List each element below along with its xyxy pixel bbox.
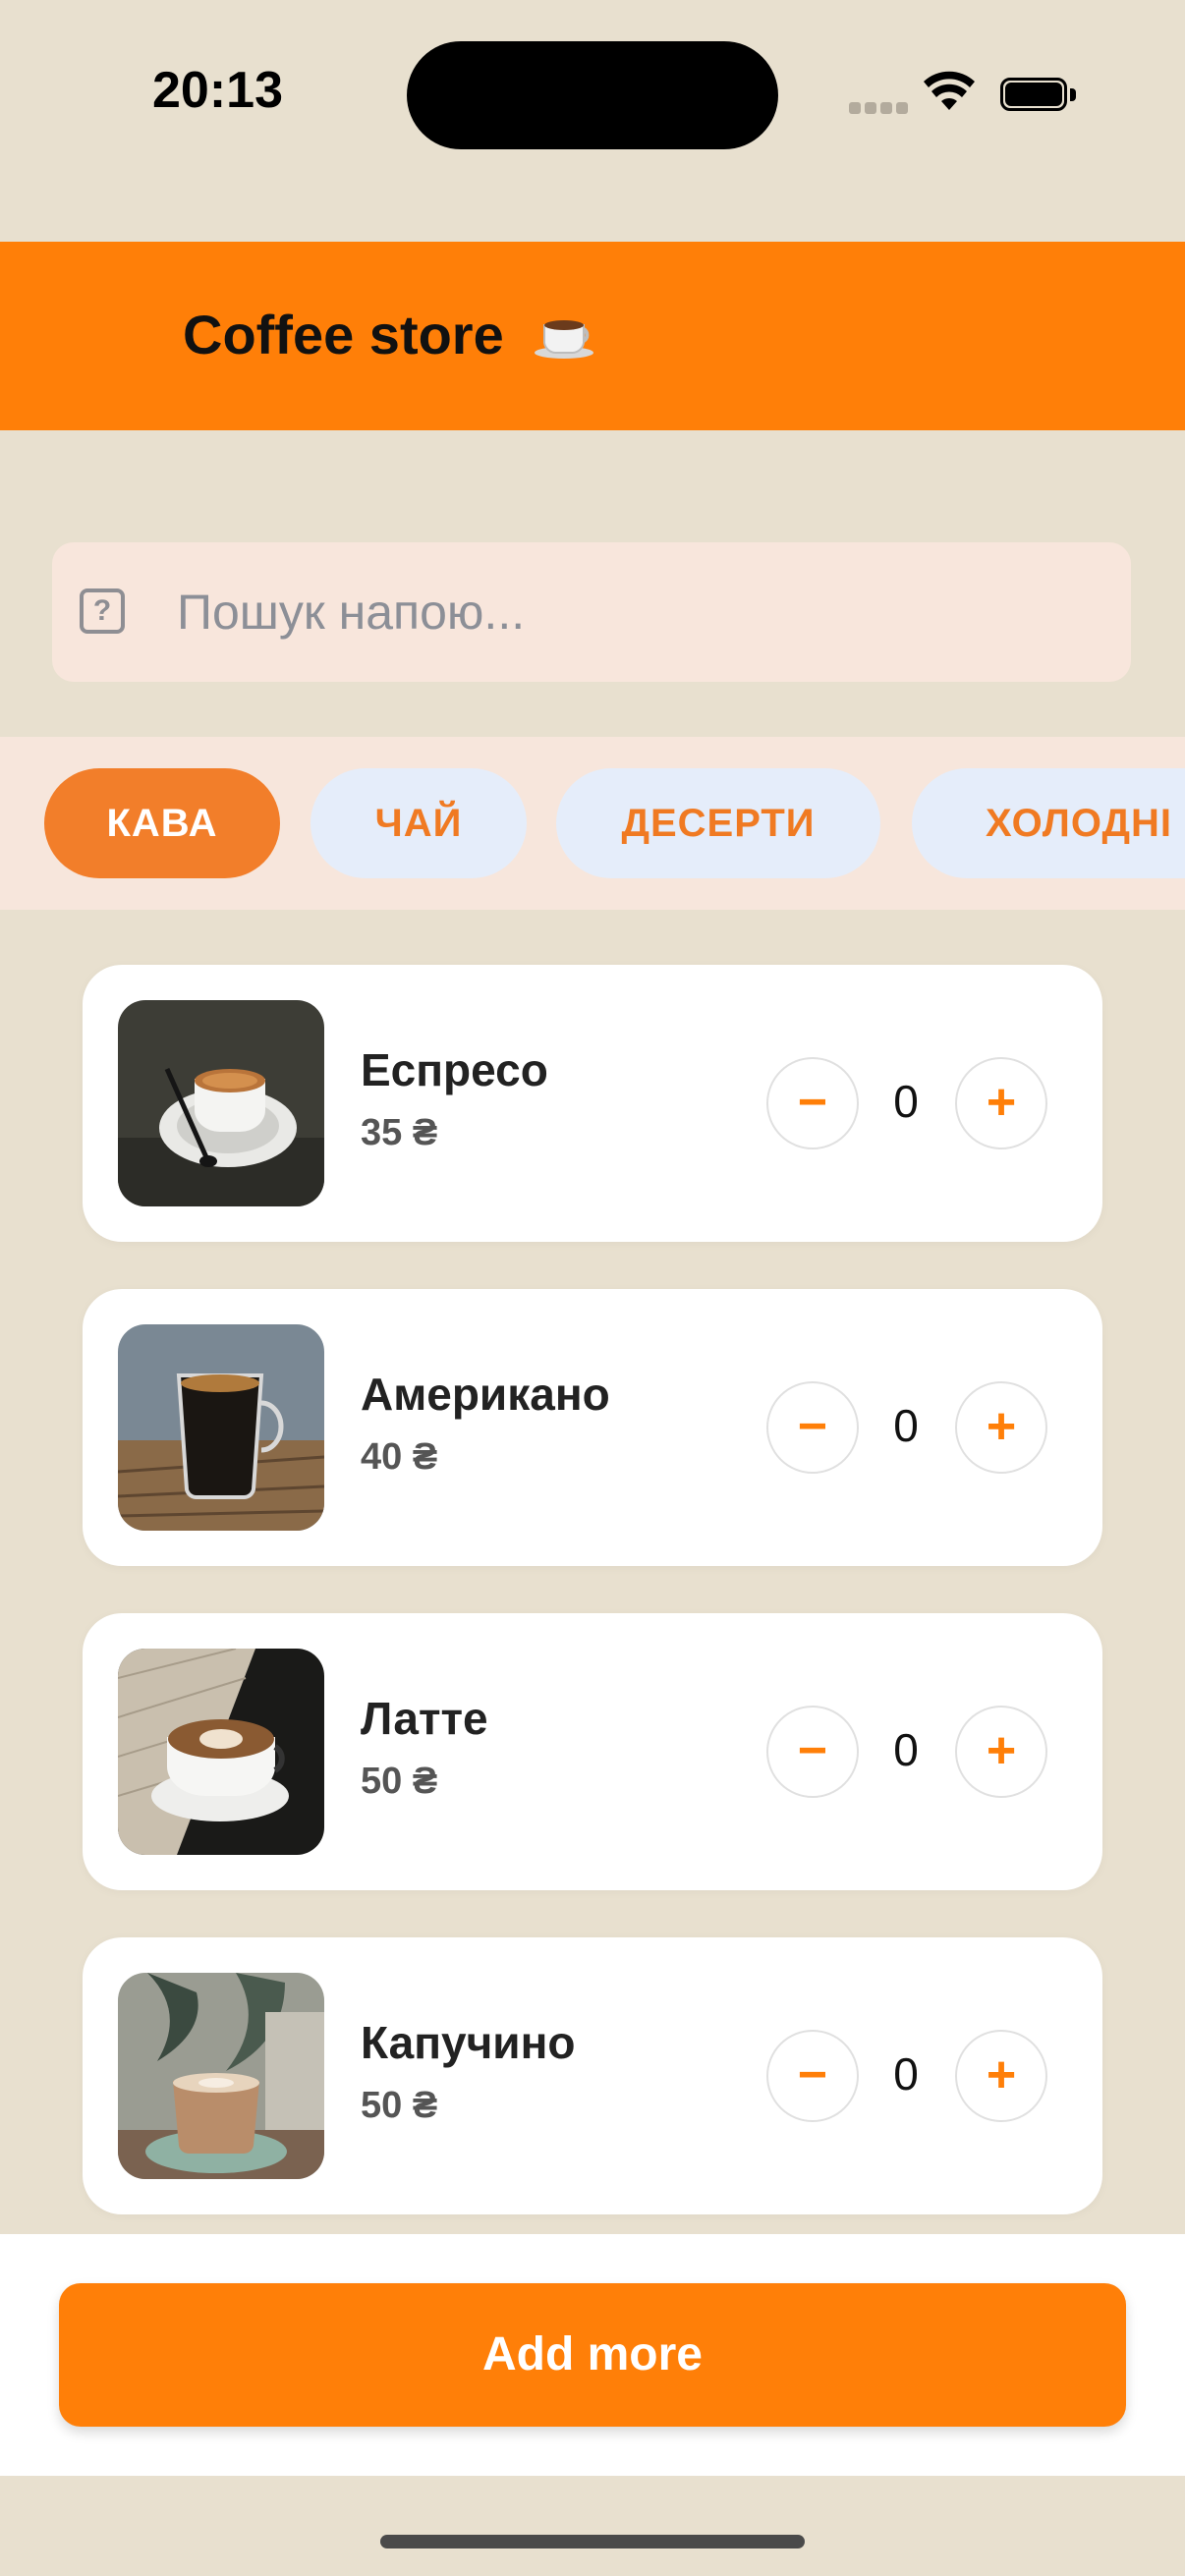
status-bar: 20:13 — [0, 0, 1185, 196]
product-price: 40 ₴ — [361, 1436, 438, 1478]
increment-button[interactable]: + — [955, 2030, 1047, 2122]
home-indicator[interactable] — [380, 2535, 805, 2548]
product-name: Американо — [361, 1369, 610, 1420]
bottom-action-bar: Add more — [0, 2234, 1185, 2476]
add-more-button[interactable]: Add more — [59, 2283, 1126, 2427]
product-name: Латте — [361, 1693, 488, 1744]
quantity-value: 0 — [893, 1400, 919, 1451]
cellular-signal-icon — [849, 102, 908, 114]
dynamic-island — [407, 41, 778, 149]
product-name: Еспресо — [361, 1044, 548, 1095]
quantity-value: 0 — [893, 1076, 919, 1127]
quantity-value: 0 — [893, 2048, 919, 2100]
product-card-cappuccino[interactable]: Капучино 50 ₴ − 0 + — [83, 1937, 1102, 2214]
decrement-button[interactable]: − — [766, 2030, 859, 2122]
espresso-photo — [118, 1000, 324, 1206]
search-bar[interactable]: ? — [52, 542, 1131, 682]
tab-tea[interactable]: ЧАЙ — [310, 768, 527, 878]
page-title-text: Coffee store — [183, 304, 504, 365]
tab-coffee[interactable]: КАВА — [44, 768, 280, 878]
increment-button[interactable]: + — [955, 1381, 1047, 1474]
latte-photo — [118, 1649, 324, 1855]
decrement-button[interactable]: − — [766, 1057, 859, 1149]
product-card-americano[interactable]: Американо 40 ₴ − 0 + — [83, 1289, 1102, 1566]
wifi-icon — [924, 71, 975, 110]
page-title: Coffee store — [183, 303, 597, 366]
search-input[interactable] — [177, 578, 1061, 646]
app-header: Coffee store — [0, 242, 1185, 430]
status-time: 20:13 — [152, 62, 283, 119]
tab-cold-drinks[interactable]: ХОЛОДНІ — [912, 768, 1185, 878]
decrement-button[interactable]: − — [766, 1706, 859, 1798]
battery-icon — [1000, 78, 1079, 115]
decrement-button[interactable]: − — [766, 1381, 859, 1474]
tab-desserts[interactable]: ДЕСЕРТИ — [556, 768, 880, 878]
americano-photo — [118, 1324, 324, 1531]
increment-button[interactable]: + — [955, 1706, 1047, 1798]
product-price: 35 ₴ — [361, 1112, 438, 1153]
coffee-cup-icon — [535, 320, 594, 360]
category-tabs[interactable]: КАВА ЧАЙ ДЕСЕРТИ ХОЛОДНІ — [0, 737, 1185, 910]
product-price: 50 ₴ — [361, 2085, 438, 2126]
product-price: 50 ₴ — [361, 1761, 438, 1802]
product-name: Капучино — [361, 2017, 576, 2068]
question-box-icon: ? — [80, 588, 125, 634]
quantity-value: 0 — [893, 1724, 919, 1775]
product-card-latte[interactable]: Латте 50 ₴ − 0 + — [83, 1613, 1102, 1890]
cappuccino-photo — [118, 1973, 324, 2179]
product-card-espresso[interactable]: Еспресо 35 ₴ − 0 + — [83, 965, 1102, 1242]
increment-button[interactable]: + — [955, 1057, 1047, 1149]
